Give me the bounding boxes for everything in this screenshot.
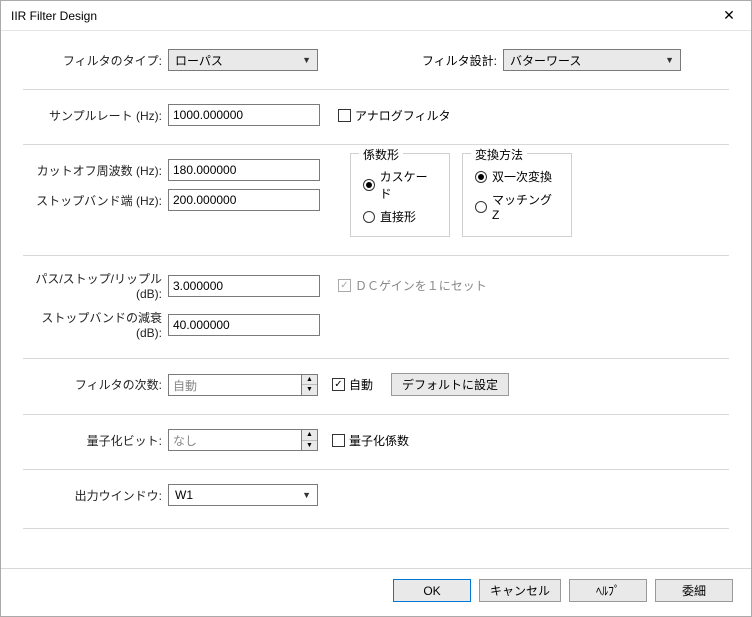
default-button[interactable]: デフォルトに設定 [391, 373, 509, 396]
chevron-down-icon: ▼ [302, 490, 311, 500]
help-button[interactable]: ﾍﾙﾌﾟ [569, 579, 647, 602]
coeff-form-title: 係数形 [359, 146, 403, 163]
row-bands: カットオフ周波数 (Hz): ストップバンド端 (Hz): 係数形 カスケード [23, 159, 729, 237]
filter-design-value: バターワース [510, 52, 581, 69]
help-label: ﾍﾙﾌﾟ [596, 582, 620, 599]
dialog-window: IIR Filter Design ✕ フィルタのタイプ: ローパス ▼ フィル… [0, 0, 752, 617]
stopband-label: ストップバンド端 (Hz): [23, 192, 168, 209]
output-select[interactable]: W1 ▼ [168, 484, 318, 506]
filter-type-value: ローパス [175, 52, 223, 69]
footer: OK キャンセル ﾍﾙﾌﾟ 委細 [1, 568, 751, 616]
filter-design-label: フィルタ設計: [418, 52, 503, 69]
cascade-radio[interactable]: カスケード [363, 168, 437, 202]
separator [23, 255, 729, 256]
spinner-buttons[interactable]: ▲ ▼ [301, 429, 318, 451]
close-button[interactable]: ✕ [707, 1, 751, 31]
checkbox-icon: ✓ [338, 279, 351, 292]
detail-label: 委細 [682, 582, 706, 599]
filter-type-select[interactable]: ローパス ▼ [168, 49, 318, 71]
row-pass-ripple: パス/ストップ/リップル (dB): ✓ ＤＣゲインを１にセット [23, 270, 729, 301]
order-spinner[interactable]: 自動 ▲ ▼ [168, 374, 318, 396]
filter-type-label: フィルタのタイプ: [23, 52, 168, 69]
dc-gain-label: ＤＣゲインを１にセット [355, 277, 487, 294]
ok-button[interactable]: OK [393, 579, 471, 602]
radio-icon [363, 211, 375, 223]
quant-spinner[interactable]: なし ▲ ▼ [168, 429, 318, 451]
order-label: フィルタの次数: [23, 376, 168, 393]
separator [23, 414, 729, 415]
spinner-up-icon[interactable]: ▲ [302, 375, 317, 386]
matchingz-label: マッチングZ [492, 191, 559, 222]
cascade-label: カスケード [380, 168, 437, 202]
quant-coef-label: 量子化係数 [349, 432, 409, 449]
detail-button[interactable]: 委細 [655, 579, 733, 602]
row-order: フィルタの次数: 自動 ▲ ▼ ✓ 自動 デフォルトに設定 [23, 373, 729, 396]
spinner-up-icon[interactable]: ▲ [302, 430, 317, 441]
filter-design-select[interactable]: バターワース ▼ [503, 49, 681, 71]
cancel-button[interactable]: キャンセル [479, 579, 561, 602]
checkbox-icon: ✓ [332, 378, 345, 391]
output-label: 出力ウインドウ: [23, 487, 168, 504]
radio-icon [475, 171, 487, 183]
content-area: フィルタのタイプ: ローパス ▼ フィルタ設計: バターワース ▼ サンプルレー… [1, 31, 751, 568]
direct-label: 直接形 [380, 208, 416, 225]
separator [23, 469, 729, 470]
spinner-buttons[interactable]: ▲ ▼ [301, 374, 318, 396]
row-quant: 量子化ビット: なし ▲ ▼ 量子化係数 [23, 429, 729, 451]
coeff-form-group: 係数形 カスケード 直接形 [350, 153, 450, 237]
separator [23, 144, 729, 145]
row-cutoff: カットオフ周波数 (Hz): [23, 159, 320, 181]
quant-label: 量子化ビット: [23, 432, 168, 449]
row-stopband: ストップバンド端 (Hz): [23, 189, 320, 211]
row-stop-atten: ストップバンドの減衰 (dB): [23, 309, 729, 340]
sample-rate-label: サンプルレート (Hz): [23, 107, 168, 124]
pass-ripple-label: パス/ストップ/リップル (dB): [23, 270, 168, 301]
stop-atten-input[interactable] [168, 314, 320, 336]
titlebar: IIR Filter Design ✕ [1, 1, 751, 31]
spinner-down-icon[interactable]: ▼ [302, 385, 317, 395]
window-title: IIR Filter Design [11, 9, 97, 23]
auto-label: 自動 [349, 376, 373, 393]
auto-checkbox[interactable]: ✓ 自動 [332, 376, 373, 393]
analog-filter-checkbox[interactable]: アナログフィルタ [338, 107, 451, 124]
row-output: 出力ウインドウ: W1 ▼ [23, 484, 729, 506]
quant-coef-checkbox[interactable]: 量子化係数 [332, 432, 409, 449]
row-filter-type: フィルタのタイプ: ローパス ▼ フィルタ設計: バターワース ▼ [23, 49, 729, 71]
radio-icon [363, 179, 375, 191]
output-value: W1 [175, 488, 193, 502]
stopband-input[interactable] [168, 189, 320, 211]
cancel-label: キャンセル [490, 582, 550, 599]
row-sample-rate: サンプルレート (Hz): アナログフィルタ [23, 104, 729, 126]
radio-icon [475, 201, 487, 213]
transform-group: 変換方法 双一次変換 マッチングZ [462, 153, 572, 237]
transform-title: 変換方法 [471, 146, 527, 163]
cutoff-input[interactable] [168, 159, 320, 181]
bilinear-label: 双一次変換 [492, 168, 552, 185]
quant-value: なし [168, 429, 301, 451]
analog-filter-label: アナログフィルタ [355, 107, 451, 124]
stop-atten-label: ストップバンドの減衰 (dB): [23, 309, 168, 340]
direct-radio[interactable]: 直接形 [363, 208, 437, 225]
default-button-label: デフォルトに設定 [402, 376, 498, 393]
chevron-down-icon: ▼ [665, 55, 674, 65]
separator [23, 358, 729, 359]
order-value: 自動 [168, 374, 301, 396]
checkbox-icon [332, 434, 345, 447]
sample-rate-input[interactable] [168, 104, 320, 126]
spinner-down-icon[interactable]: ▼ [302, 441, 317, 451]
close-icon: ✕ [723, 7, 735, 24]
ok-label: OK [423, 584, 440, 598]
separator [23, 89, 729, 90]
dc-gain-checkbox: ✓ ＤＣゲインを１にセット [338, 277, 487, 294]
checkbox-icon [338, 109, 351, 122]
bilinear-radio[interactable]: 双一次変換 [475, 168, 559, 185]
separator [23, 528, 729, 529]
pass-ripple-input[interactable] [168, 275, 320, 297]
chevron-down-icon: ▼ [302, 55, 311, 65]
cutoff-label: カットオフ周波数 (Hz): [23, 162, 168, 179]
matchingz-radio[interactable]: マッチングZ [475, 191, 559, 222]
